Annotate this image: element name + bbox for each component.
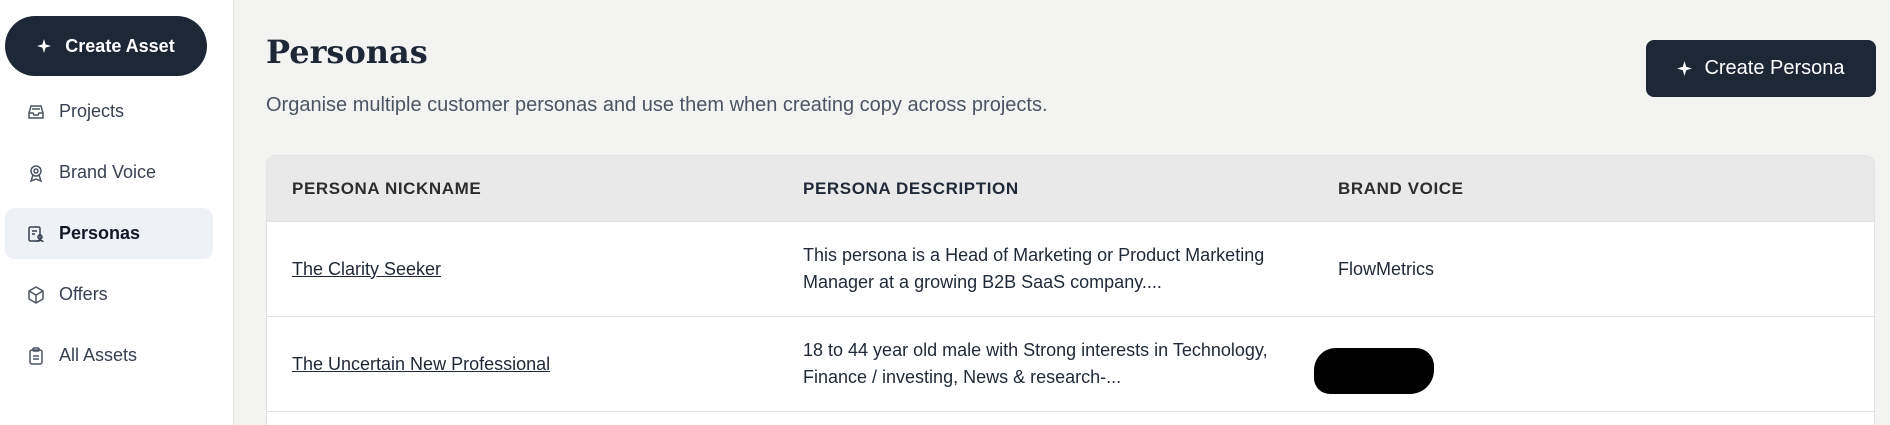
persona-description: 18 to 44 year old male with Strong inter… (803, 340, 1268, 387)
page-title: Personas (266, 33, 428, 71)
sidebar-item-label: Projects (59, 101, 125, 121)
create-persona-button[interactable]: Create Persona (1646, 40, 1876, 97)
sidebar-item-all-assets[interactable]: All Assets (5, 330, 213, 381)
brand-voice-cell: FlowMetrics (1338, 259, 1874, 280)
sidebar-item-label: All Assets (59, 345, 138, 365)
sidebar-item-label: Personas (59, 223, 141, 243)
persona-nickname-link[interactable]: The Uncertain New Professional (292, 354, 550, 374)
personas-table: PERSONA NICKNAME PERSONA DESCRIPTION BRA… (266, 155, 1875, 425)
table-header: PERSONA NICKNAME PERSONA DESCRIPTION BRA… (267, 156, 1874, 221)
page-subtitle: Organise multiple customer personas and … (266, 94, 1048, 116)
sidebar-item-projects[interactable]: Projects (5, 86, 213, 137)
persona-nickname-link[interactable]: The Clarity Seeker (292, 259, 441, 279)
sidebar-item-brand-voice[interactable]: Brand Voice (5, 147, 213, 198)
sidebar-item-label: Brand Voice (59, 162, 157, 182)
create-asset-label: Create Asset (65, 35, 175, 56)
all-assets-icon (27, 346, 45, 365)
nickname-cell: The Uncertain New Professional (267, 354, 803, 375)
table-row[interactable]: The Uncertain New Professional 18 to 44 … (267, 316, 1874, 411)
brand-voice-value: FlowMetrics (1338, 258, 1435, 279)
sidebar-item-label: Offers (59, 284, 108, 304)
column-header-nickname: PERSONA NICKNAME (292, 178, 482, 198)
create-asset-button[interactable]: Create Asset (5, 16, 207, 76)
persona-description: This persona is a Head of Marketing or P… (803, 245, 1265, 292)
description-cell: 18 to 44 year old male with Strong inter… (803, 337, 1338, 391)
column-header-brand-voice: BRAND VOICE (1338, 178, 1464, 198)
offers-icon (27, 285, 45, 304)
sidebar-item-personas[interactable]: Personas (5, 208, 213, 259)
brand-voice-icon (27, 164, 45, 182)
sparkle-icon (37, 39, 52, 53)
projects-icon (27, 103, 45, 121)
app-window: Create Asset Projects Brand Voice Person… (0, 0, 1890, 425)
table-row[interactable]: The Clarity Seeker This persona is a Hea… (267, 221, 1874, 316)
sidebar-item-offers[interactable]: Offers (5, 269, 213, 320)
table-row[interactable] (267, 411, 1874, 425)
redacted-brand-voice (1314, 348, 1434, 394)
brand-voice-cell (1314, 334, 1874, 394)
description-cell: This persona is a Head of Marketing or P… (803, 242, 1338, 296)
sparkle-icon (1677, 61, 1693, 76)
column-header-description: PERSONA DESCRIPTION (803, 179, 1019, 198)
personas-icon (27, 225, 45, 243)
sidebar: Create Asset Projects Brand Voice Person… (0, 0, 234, 425)
main-content: Personas Organise multiple customer pers… (234, 0, 1890, 425)
nickname-cell: The Clarity Seeker (267, 259, 803, 280)
create-persona-label: Create Persona (1704, 57, 1845, 79)
